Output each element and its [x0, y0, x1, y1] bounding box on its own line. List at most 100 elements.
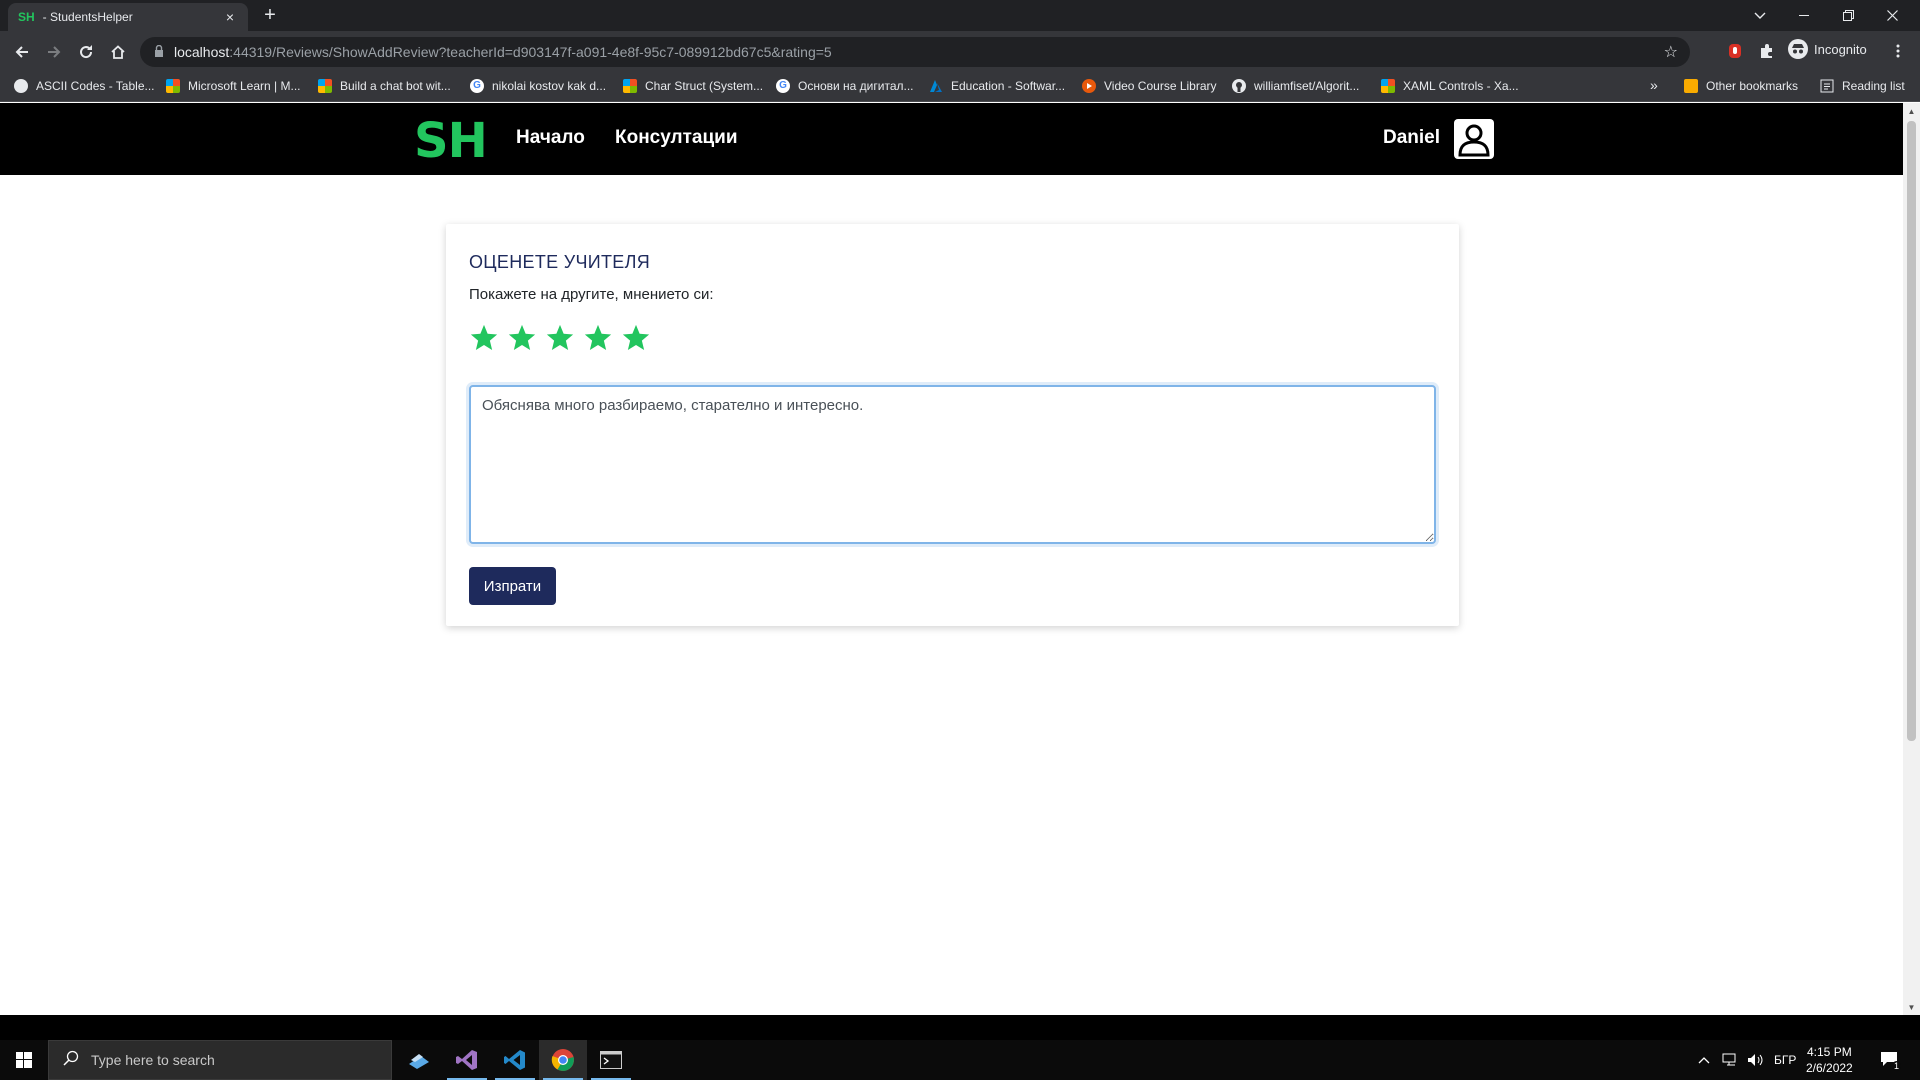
close-window-button[interactable] [1870, 0, 1914, 31]
bookmarks-overflow-button[interactable]: » [1650, 77, 1658, 93]
bookmark-label: williamfiset/Algorit... [1254, 79, 1360, 93]
notification-center[interactable]: 1 [1880, 1040, 1902, 1080]
star-icon[interactable] [543, 320, 577, 356]
site-logo[interactable]: SH [414, 113, 488, 169]
lock-icon[interactable] [154, 44, 164, 60]
reload-icon[interactable] [74, 40, 98, 64]
star-icon[interactable] [619, 320, 653, 356]
address-bar[interactable]: localhost:44319/Reviews/ShowAddReview?te… [140, 37, 1690, 67]
user-name[interactable]: Daniel [1383, 127, 1440, 149]
minimize-window-button[interactable] [1782, 0, 1826, 31]
extension-hand-icon[interactable] [1725, 41, 1745, 61]
globe-icon [14, 79, 28, 93]
page-scrollbar[interactable]: ▲ ▼ [1903, 103, 1920, 1015]
search-placeholder: Type here to search [91, 1052, 215, 1068]
new-tab-button[interactable]: + [258, 4, 282, 27]
windows-start-icon[interactable] [0, 1040, 48, 1080]
other-bookmarks-label: Other bookmarks [1706, 79, 1799, 93]
bookmark-label: Основи на дигитал... [798, 79, 914, 93]
bookmark-label: ASCII Codes - Table... [36, 79, 155, 93]
chrome-app-icon[interactable] [539, 1040, 587, 1080]
back-arrow-icon[interactable] [10, 40, 34, 64]
bookmark-label: Video Course Library [1104, 79, 1217, 93]
page-viewport: SH Начало Консултации Daniel ОЦЕНЕТЕ УЧИ… [0, 103, 1920, 1015]
scroll-up-icon[interactable]: ▲ [1903, 103, 1920, 119]
microsoft-icon [1381, 79, 1395, 93]
bookmark-label: Microsoft Learn | M... [188, 79, 301, 93]
star-rating[interactable] [467, 320, 653, 356]
bookmark-label: Build a chat bot wit... [340, 79, 451, 93]
bookmark-label: Char Struct (System... [645, 79, 764, 93]
bookmark-star-icon[interactable]: ☆ [1664, 42, 1678, 62]
bookmark-item[interactable]: Char Struct (System... [623, 79, 763, 93]
taskbar-clock[interactable]: 4:15 PM 2/6/2022 [1806, 1044, 1853, 1076]
url-host: localhost [174, 44, 230, 60]
azure-icon [929, 79, 943, 93]
search-icon [63, 1050, 79, 1071]
bookmark-item[interactable]: Education - Softwar... [929, 79, 1065, 93]
scroll-down-icon[interactable]: ▼ [1903, 999, 1920, 1015]
review-subtitle: Покажете на другите, мнението си: [469, 286, 714, 303]
bookmark-label: XAML Controls - Xa... [1403, 79, 1519, 93]
visual-studio-app-icon[interactable] [443, 1040, 491, 1080]
profile-label: Incognito [1814, 41, 1867, 57]
bookmark-label: nikolai kostov kak d... [492, 79, 607, 93]
google-icon: G [776, 79, 790, 93]
bookmark-item[interactable]: williamfiset/Algorit... [1232, 79, 1359, 93]
star-icon[interactable] [505, 320, 539, 356]
bookmark-item[interactable]: XAML Controls - Xa... [1381, 79, 1519, 93]
notification-count: 1 [1892, 1061, 1902, 1071]
bookmark-item[interactable]: ASCII Codes - Table... [14, 79, 155, 93]
browser-menu-icon[interactable] [1888, 41, 1908, 61]
incognito-profile-button[interactable]: Incognito [1788, 39, 1867, 59]
bookmark-label: Education - Softwar... [951, 79, 1066, 93]
user-avatar-icon[interactable] [1454, 119, 1494, 159]
bookmarks-bar: ASCII Codes - Table... Microsoft Learn |… [0, 73, 1920, 102]
tab-favicon-icon: SH [18, 10, 35, 24]
incognito-icon [1788, 39, 1808, 59]
extensions-puzzle-icon[interactable] [1757, 41, 1777, 61]
site-navbar: SH Начало Консултации Daniel [0, 103, 1903, 175]
bookmark-item[interactable]: Microsoft Learn | M... [166, 79, 300, 93]
browser-tab-strip: SH - StudentsHelper × + [0, 0, 1920, 31]
play-icon [1082, 79, 1096, 93]
vscode-app-icon[interactable] [491, 1040, 539, 1080]
review-title: ОЦЕНЕТЕ УЧИТЕЛЯ [469, 252, 651, 272]
url-path: :44319/Reviews/ShowAddReview?teacherId=d… [229, 44, 832, 60]
review-textarea[interactable] [469, 385, 1436, 544]
reading-list-icon [1820, 79, 1834, 93]
restore-window-button[interactable] [1826, 0, 1870, 31]
github-icon [1232, 79, 1246, 93]
taskbar-search[interactable]: Type here to search [48, 1040, 392, 1080]
browser-tab[interactable]: SH - StudentsHelper × [8, 3, 248, 31]
microsoft-icon [166, 79, 180, 93]
submit-review-button[interactable]: Изпрати [469, 567, 556, 605]
reading-list[interactable]: Reading list [1820, 79, 1905, 93]
network-icon[interactable] [1722, 1040, 1740, 1080]
tab-close-icon[interactable]: × [222, 9, 238, 25]
home-icon[interactable] [106, 40, 130, 64]
review-card: ОЦЕНЕТЕ УЧИТЕЛЯ Покажете на другите, мне… [446, 224, 1459, 626]
nav-link-home[interactable]: Начало [516, 127, 585, 149]
microsoft-icon [318, 79, 332, 93]
star-icon[interactable] [467, 320, 501, 356]
language-indicator[interactable]: БГР [1774, 1040, 1796, 1080]
forward-arrow-icon[interactable] [42, 40, 66, 64]
bookmark-item[interactable]: Build a chat bot wit... [318, 79, 451, 93]
bookmark-item[interactable]: G Основи на дигитал... [776, 79, 914, 93]
google-icon: G [470, 79, 484, 93]
terminal-app-icon[interactable] [587, 1040, 635, 1080]
other-bookmarks[interactable]: Other bookmarks [1684, 79, 1798, 93]
volume-icon[interactable] [1747, 1040, 1765, 1080]
bookmark-item[interactable]: G nikolai kostov kak d... [470, 79, 606, 93]
folder-icon [1684, 79, 1698, 93]
scrollbar-thumb[interactable] [1907, 121, 1916, 741]
star-icon[interactable] [581, 320, 615, 356]
tray-chevron-icon[interactable] [1698, 1040, 1710, 1080]
file-explorer-app-icon[interactable] [395, 1040, 443, 1080]
tab-search-icon[interactable] [1738, 0, 1782, 31]
nav-link-consultations[interactable]: Консултации [615, 127, 738, 149]
clock-date: 2/6/2022 [1806, 1061, 1853, 1075]
microsoft-icon [623, 79, 637, 93]
bookmark-item[interactable]: Video Course Library [1082, 79, 1217, 93]
